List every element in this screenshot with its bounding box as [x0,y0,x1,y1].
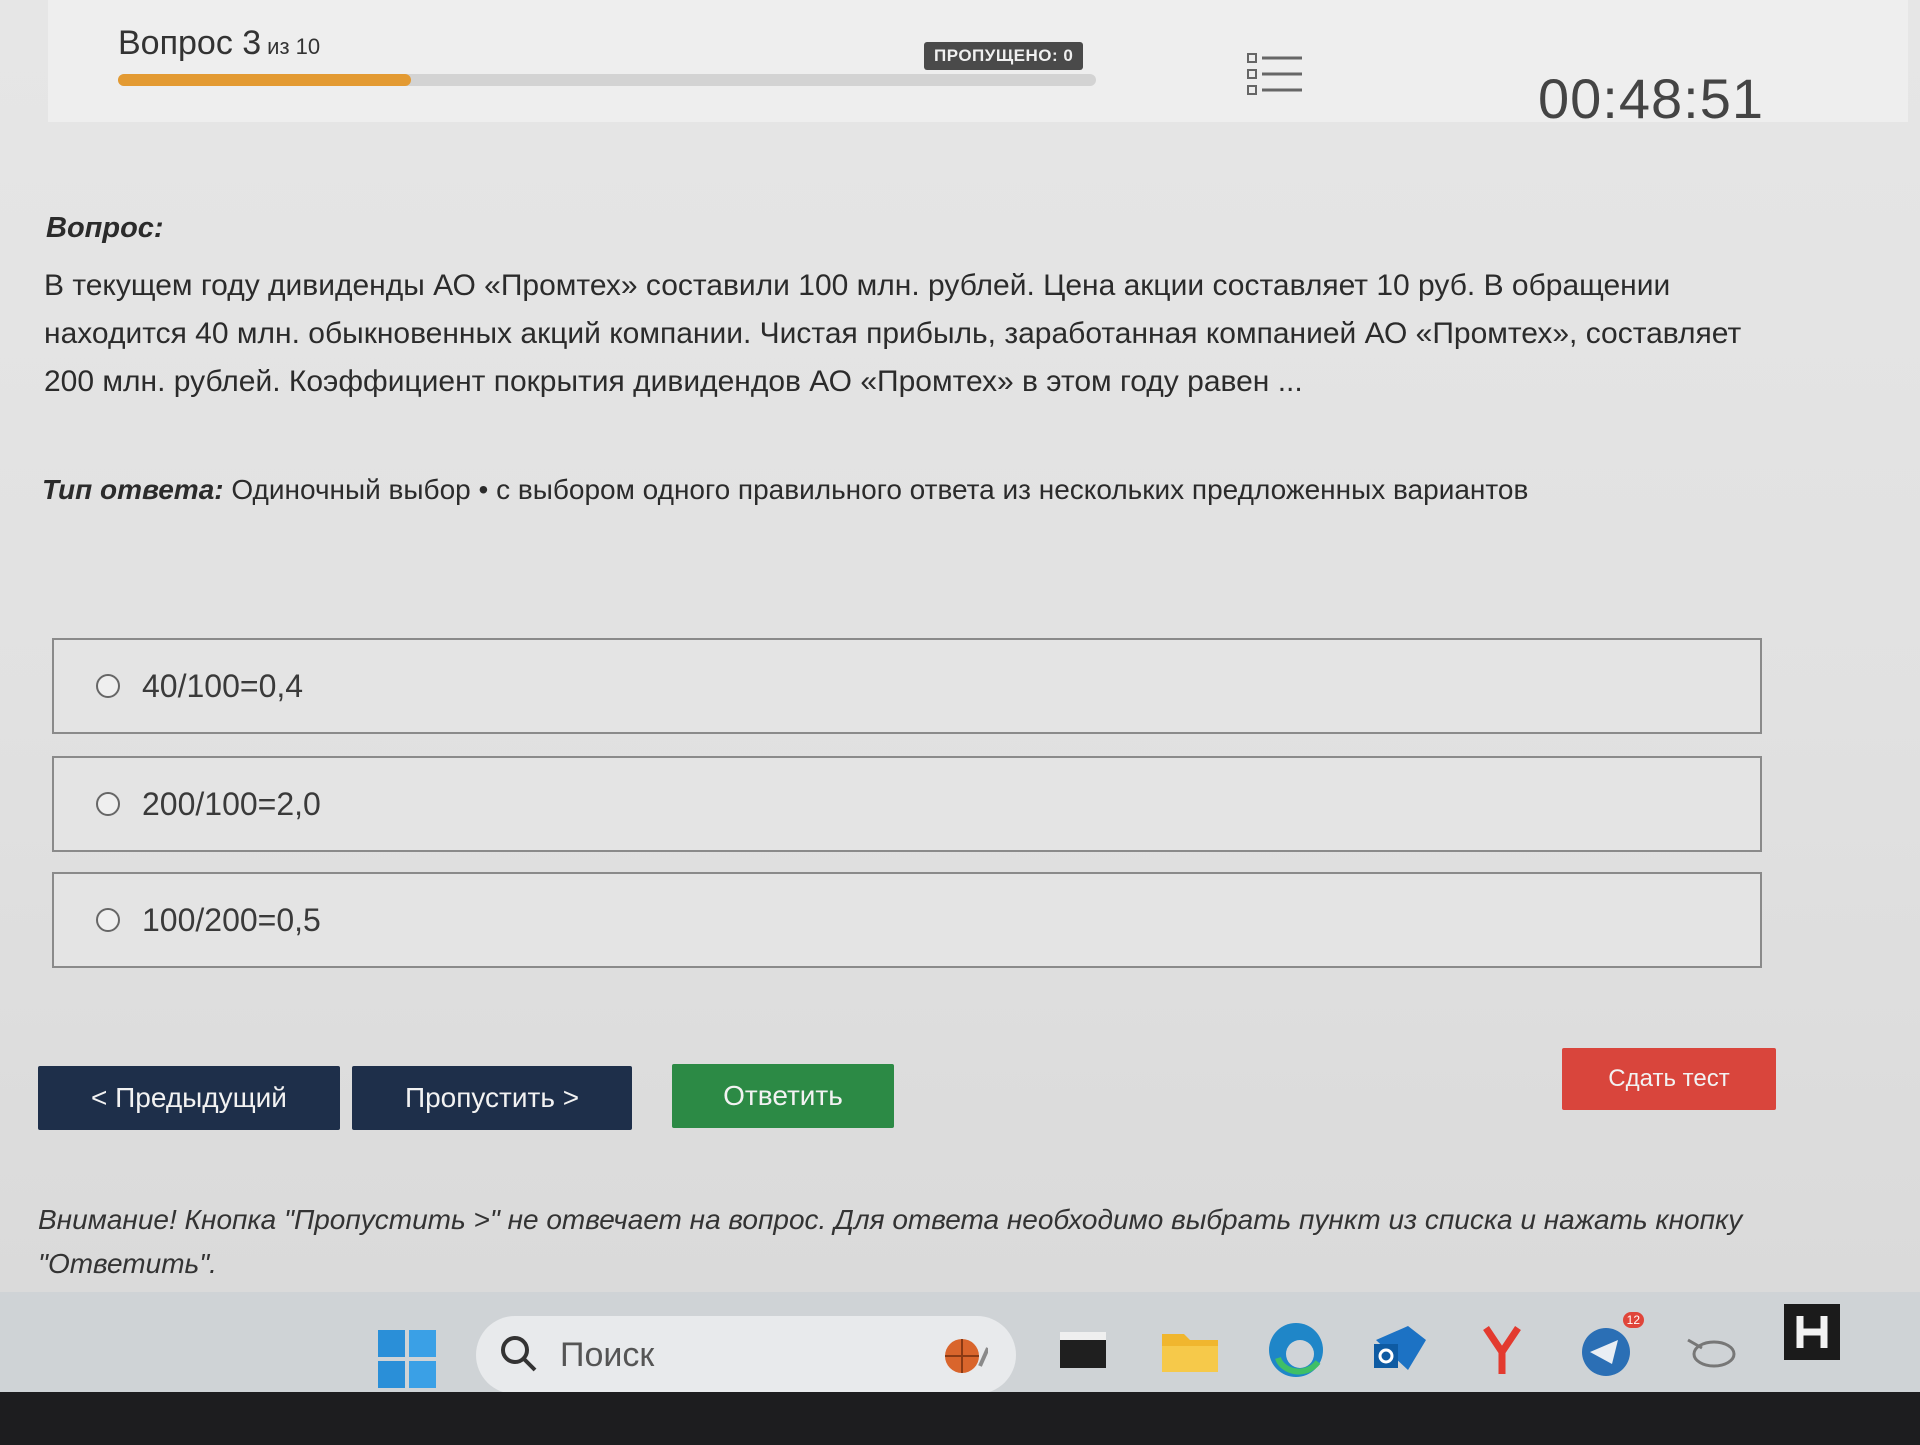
answer-option-2[interactable]: 200/100=2,0 [52,756,1762,852]
windows-start-icon[interactable] [378,1330,436,1388]
previous-button[interactable]: < Предыдущий [38,1066,340,1130]
countdown-timer: 00:48:51 [1538,67,1764,130]
radio-button[interactable] [96,792,120,816]
question-total: из 10 [267,34,321,59]
question-list-icon[interactable] [1246,50,1306,102]
answer-option-1[interactable]: 40/100=0,4 [52,638,1762,734]
search-placeholder: Поиск [560,1335,655,1374]
answer-type-text: Одиночный выбор • с выбором одного прави… [231,474,1529,505]
mouse-icon[interactable] [1680,1318,1744,1382]
option-text: 40/100=0,4 [142,667,304,704]
answer-type: Тип ответа: Одиночный выбор • с выбором … [42,474,1762,506]
screen-bezel [0,1392,1920,1445]
option-text: 100/200=0,5 [142,901,321,938]
basketball-icon [944,1336,990,1381]
edge-icon[interactable] [1264,1318,1328,1382]
skipped-count-badge: пропущено: 0 [924,42,1084,70]
answer-option-3[interactable]: 100/200=0,5 [52,872,1762,968]
test-page: Вопрос 3 из 10 пропущено: 0 00:48:51 Вопр… [0,0,1920,1300]
mail-icon[interactable]: 12 [1574,1312,1644,1382]
folder-icon[interactable] [1158,1318,1222,1382]
search-icon [498,1333,538,1378]
question-number: Вопрос 3 [118,24,262,62]
app-h-icon[interactable] [1780,1300,1844,1364]
answer-button[interactable]: Ответить [672,1064,894,1128]
question-heading: Вопрос: [46,212,164,244]
answer-type-label: Тип ответа: [42,474,224,505]
question-text: В текущем году дивиденды АО «Промтех» со… [44,269,1742,398]
taskbar-search[interactable]: Поиск [476,1316,1016,1394]
question-counter: Вопрос 3 из 10 [118,24,320,63]
radio-button[interactable] [96,674,120,698]
option-text: 200/100=2,0 [142,785,321,822]
yandex-browser-icon[interactable] [1470,1318,1534,1382]
submit-test-button[interactable]: Сдать тест [1562,1048,1776,1110]
mail-badge: 12 [1622,1312,1644,1328]
skip-button[interactable]: Пропустить > [352,1066,632,1130]
radio-button[interactable] [96,908,120,932]
warning-note: Внимание! Кнопка "Пропустить >" не отвеч… [38,1204,1743,1279]
progress-bar [118,74,1096,86]
outlook-icon[interactable] [1368,1318,1432,1382]
terminal-icon[interactable] [1052,1318,1116,1382]
progress-fill [118,74,412,86]
